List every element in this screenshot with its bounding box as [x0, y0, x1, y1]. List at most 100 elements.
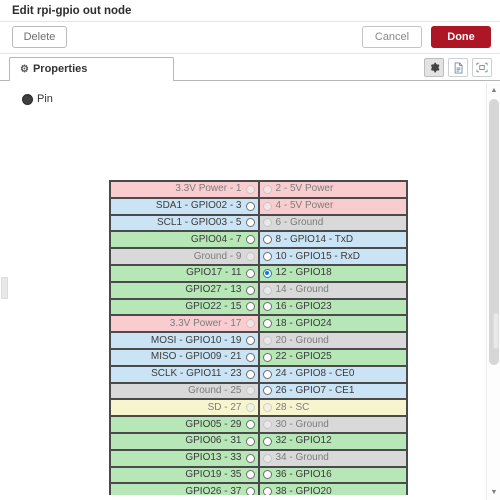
- pin-cell-label: GPIO05 - 29: [185, 418, 242, 430]
- gear-icon: ⚙: [20, 64, 29, 75]
- pin-radio[interactable]: [262, 268, 272, 278]
- pin-cell-gpio13-33[interactable]: GPIO13 - 33: [110, 449, 259, 467]
- pin-radio[interactable]: [262, 252, 272, 262]
- pin-cell-label: GPIO26 - 37: [185, 485, 242, 495]
- pin-cell-label: 10 - GPIO15 - RxD: [275, 250, 360, 262]
- tab-properties[interactable]: ⚙ Properties: [9, 57, 174, 81]
- pin-radio[interactable]: [245, 369, 255, 379]
- pin-cell-label: GPIO06 - 31: [185, 435, 242, 447]
- pin-row: GPIO17 - 11 12 - GPIO18: [110, 264, 407, 282]
- pin-radio[interactable]: [245, 302, 255, 312]
- pin-radio[interactable]: [262, 352, 272, 362]
- cancel-button[interactable]: Cancel: [362, 26, 422, 48]
- pin-cell-12-gpio18[interactable]: 12 - GPIO18: [258, 264, 407, 282]
- tab-tool-icons: [424, 58, 492, 77]
- pin-radio[interactable]: [245, 470, 255, 480]
- scroll-up-arrow-icon[interactable]: ▲: [487, 84, 500, 97]
- pin-radio[interactable]: [245, 218, 255, 228]
- pin-cell-38-gpio20[interactable]: 38 - GPIO20: [258, 483, 407, 495]
- description-icon-button[interactable]: [448, 58, 468, 77]
- pin-radio[interactable]: [262, 470, 272, 480]
- scrollbar-grip[interactable]: [493, 313, 499, 349]
- pin-cell-gpio05-29[interactable]: GPIO05 - 29: [110, 416, 259, 433]
- pin-cell-gpio04-7[interactable]: GPIO04 - 7: [110, 231, 259, 249]
- pin-radio[interactable]: [245, 336, 255, 346]
- pin-radio[interactable]: [245, 285, 255, 295]
- pin-cell-gpio22-15[interactable]: GPIO22 - 15: [110, 298, 259, 316]
- dialog-button-bar: Delete Cancel Done: [0, 22, 500, 54]
- pin-radio: [262, 184, 272, 194]
- pin-radio[interactable]: [262, 319, 272, 329]
- pin-cell-18-gpio24[interactable]: 18 - GPIO24: [258, 315, 407, 333]
- pin-cell-sd-27: SD - 27: [110, 399, 259, 417]
- pin-radio[interactable]: [245, 352, 255, 362]
- pin-cell-4-5v-power: 4 - 5V Power: [258, 197, 407, 215]
- pin-cell-20-ground: 20 - Ground: [258, 332, 407, 349]
- pin-cell-gpio27-13[interactable]: GPIO27 - 13: [110, 281, 259, 299]
- pin-cell-sda1-gpio02-3[interactable]: SDA1 - GPIO02 - 3: [110, 197, 259, 215]
- pin-cell-ground-25: Ground - 25: [110, 382, 259, 400]
- pin-row: MOSI - GPIO10 - 19 20 - Ground: [110, 332, 407, 349]
- appearance-icon-button[interactable]: [472, 58, 492, 77]
- pin-cell-36-gpio16[interactable]: 36 - GPIO16: [258, 466, 407, 484]
- pin-cell-32-gpio12[interactable]: 32 - GPIO12: [258, 432, 407, 450]
- pin-row: MISO - GPIO09 - 21 22 - GPIO25: [110, 348, 407, 366]
- pin-row: GPIO05 - 29 30 - Ground: [110, 416, 407, 433]
- pin-cell-miso-gpio09-21[interactable]: MISO - GPIO09 - 21: [110, 348, 259, 366]
- pin-cell-scl1-gpio03-5[interactable]: SCL1 - GPIO03 - 5: [110, 214, 259, 232]
- pin-radio[interactable]: [262, 302, 272, 312]
- pin-radio[interactable]: [245, 201, 255, 211]
- pin-cell-label: 20 - Ground: [275, 334, 329, 346]
- tab-properties-label: Properties: [32, 63, 88, 75]
- resize-handle[interactable]: [1, 277, 8, 299]
- pin-radio: [245, 252, 255, 262]
- pin-radio[interactable]: [262, 386, 272, 396]
- pin-cell-label: 26 - GPIO7 - CE1: [275, 384, 355, 396]
- pin-radio: [262, 218, 272, 228]
- pin-radio[interactable]: [245, 436, 255, 446]
- pin-radio[interactable]: [245, 453, 255, 463]
- pin-radio: [262, 453, 272, 463]
- pin-cell-label: 3.3V Power - 1: [175, 183, 242, 195]
- pin-cell-sclk-gpio11-23[interactable]: SCLK - GPIO11 - 23: [110, 365, 259, 383]
- pin-cell-mosi-gpio10-19[interactable]: MOSI - GPIO10 - 19: [110, 332, 259, 349]
- pin-radio[interactable]: [262, 436, 272, 446]
- pin-cell-label: GPIO22 - 15: [185, 300, 242, 312]
- delete-button[interactable]: Delete: [12, 26, 67, 48]
- done-button[interactable]: Done: [431, 26, 491, 48]
- pin-row: GPIO22 - 15 16 - GPIO23: [110, 298, 407, 316]
- pin-row: GPIO06 - 31 32 - GPIO12: [110, 432, 407, 450]
- pin-radio: [245, 319, 255, 329]
- pin-cell-label: 38 - GPIO20: [275, 485, 332, 495]
- pin-radio[interactable]: [262, 369, 272, 379]
- pin-cell-26-gpio7-ce1[interactable]: 26 - GPIO7 - CE1: [258, 382, 407, 400]
- pin-cell-label: GPIO13 - 33: [185, 452, 242, 464]
- pin-cell-6-ground: 6 - Ground: [258, 214, 407, 232]
- pin-cell-label: 12 - GPIO18: [275, 267, 332, 279]
- pin-cell-label: SDA1 - GPIO02 - 3: [155, 200, 242, 212]
- pin-cell-gpio06-31[interactable]: GPIO06 - 31: [110, 432, 259, 450]
- pin-cell-label: 4 - 5V Power: [275, 200, 334, 212]
- pin-cell-16-gpio23[interactable]: 16 - GPIO23: [258, 298, 407, 316]
- vertical-scrollbar[interactable]: ▲ ▼: [486, 83, 500, 500]
- gear-icon-button[interactable]: [424, 58, 444, 77]
- pin-radio[interactable]: [245, 235, 255, 245]
- pin-cell-label: 2 - 5V Power: [275, 183, 334, 195]
- pin-cell-gpio17-11[interactable]: GPIO17 - 11: [110, 264, 259, 282]
- scroll-down-arrow-icon[interactable]: ▼: [487, 486, 500, 499]
- pin-cell-8-gpio14-txd[interactable]: 8 - GPIO14 - TxD: [258, 231, 407, 249]
- pin-cell-34-ground: 34 - Ground: [258, 449, 407, 467]
- pin-cell-10-gpio15-rxd[interactable]: 10 - GPIO15 - RxD: [258, 248, 407, 265]
- pin-cell-24-gpio8-ce0[interactable]: 24 - GPIO8 - CE0: [258, 365, 407, 383]
- pin-radio[interactable]: [245, 487, 255, 495]
- pin-radio[interactable]: [245, 420, 255, 430]
- pin-cell-gpio19-35[interactable]: GPIO19 - 35: [110, 466, 259, 484]
- pin-radio[interactable]: [262, 487, 272, 495]
- pin-cell-gpio26-37[interactable]: GPIO26 - 37: [110, 483, 259, 495]
- pin-cell-label: GPIO17 - 11: [186, 267, 242, 279]
- pin-radio: [262, 420, 272, 430]
- pin-radio[interactable]: [262, 235, 272, 245]
- pin-radio[interactable]: [245, 268, 255, 278]
- pin-cell-label: 18 - GPIO24: [275, 317, 332, 329]
- pin-cell-22-gpio25[interactable]: 22 - GPIO25: [258, 348, 407, 366]
